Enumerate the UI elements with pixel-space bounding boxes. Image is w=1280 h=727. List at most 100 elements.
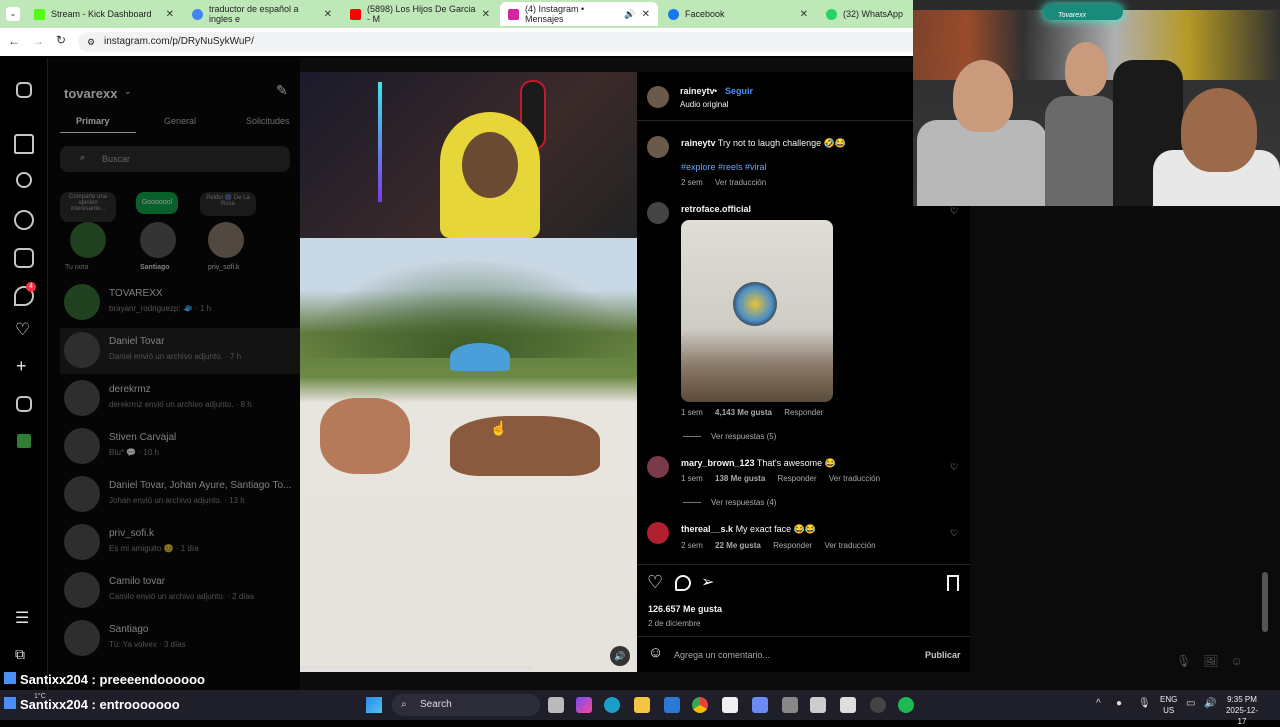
notes-icon[interactable]	[840, 697, 856, 713]
mic-icon[interactable]: 🎙	[1138, 698, 1151, 709]
clock[interactable]: 9:35 PM 2025-12-17	[1222, 694, 1262, 727]
emoji-icon[interactable]: ☺	[648, 644, 663, 661]
close-tab-icon[interactable]: ✕	[482, 9, 490, 20]
comment-username[interactable]: thereal__s.k	[681, 524, 733, 534]
note-own[interactable]: Comparte una opinión interesante... Tu n…	[60, 192, 116, 272]
tab-primary[interactable]: Primary	[76, 116, 110, 126]
comment-like-icon[interactable]: ♡	[950, 206, 960, 216]
tab-facebook[interactable]: Facebook ✕	[660, 2, 816, 26]
close-tab-icon[interactable]: ✕	[166, 9, 174, 20]
caption-avatar[interactable]	[647, 136, 669, 158]
home-icon[interactable]	[14, 134, 34, 154]
comment-likes[interactable]: 4,143 Me gusta	[715, 408, 772, 417]
outlook-icon[interactable]	[664, 697, 680, 713]
comment-username[interactable]: mary_brown_123	[681, 458, 755, 468]
video-progress[interactable]	[300, 666, 531, 669]
explore-icon[interactable]	[14, 210, 34, 230]
comment-translate[interactable]: Ver traducción	[824, 541, 875, 550]
likes-count[interactable]: 126.657 Me gusta	[648, 604, 722, 614]
comment-translate[interactable]: Ver traducción	[829, 474, 880, 483]
comment-username[interactable]: retroface.official	[681, 204, 751, 214]
vpn-icon[interactable]	[752, 697, 768, 713]
speaker-icon[interactable]: 🔊	[624, 9, 635, 20]
comment-reply[interactable]: Responder	[784, 408, 823, 417]
tab-kick-dashboard[interactable]: Stream - Kick Dashboard ✕	[26, 2, 182, 26]
comment-like-icon[interactable]: ♡	[950, 528, 960, 538]
note-priv-sofi[interactable]: Peldio 🎆 De La Rose priv_sofi.k	[200, 192, 260, 272]
reload-icon[interactable]: ↻	[56, 33, 66, 47]
author-username[interactable]: raineytv	[680, 86, 715, 96]
thread-item[interactable]: Camilo tovar Camilo envió un archivo adj…	[60, 568, 300, 614]
task-view-icon[interactable]	[548, 697, 564, 713]
save-icon[interactable]	[947, 575, 959, 591]
instagram-logo-icon[interactable]	[16, 82, 32, 98]
reel-video[interactable]: ☝ 🔊	[300, 72, 637, 672]
taskbar-search[interactable]: ⌕ Search	[392, 694, 540, 716]
site-info-icon[interactable]: ⚙	[87, 32, 95, 52]
volume-icon[interactable]: 🔊	[1204, 698, 1216, 709]
caption-translate[interactable]: Ver traducción	[715, 178, 766, 187]
search-icon[interactable]	[16, 172, 32, 188]
comment-icon[interactable]	[675, 575, 691, 591]
comment-reply[interactable]: Responder	[773, 541, 812, 550]
thread-item[interactable]: Santiago Tú: Ya volvex · 3 días	[60, 616, 300, 662]
share-icon[interactable]: ➢	[701, 572, 714, 592]
language-indicator[interactable]: ENG US	[1160, 694, 1177, 716]
tab-requests[interactable]: Solicitudes	[246, 116, 290, 126]
chrome-icon[interactable]	[692, 697, 708, 713]
comment-avatar[interactable]	[647, 456, 669, 478]
tab-translator[interactable]: traductor de español a ingles e ✕	[184, 2, 340, 26]
tab-general[interactable]: General	[164, 116, 196, 126]
thread-item[interactable]: priv_sofi.k Es mi amiguito 😊 · 1 día	[60, 520, 300, 566]
tab-whatsapp[interactable]: (32) WhatsApp	[818, 2, 913, 26]
search-field[interactable]: ⌕ Buscar	[60, 146, 290, 172]
back-icon[interactable]: ←	[8, 34, 20, 48]
forward-icon[interactable]: →	[32, 34, 44, 48]
inbox-username[interactable]: tovarexx	[64, 86, 117, 101]
thread-item[interactable]: Daniel Tovar, Johan Ayure, Santiago To..…	[60, 472, 300, 518]
comment-avatar[interactable]	[647, 522, 669, 544]
comment-likes[interactable]: 138 Me gusta	[715, 474, 765, 483]
publish-button[interactable]: Publicar	[925, 650, 961, 660]
edge-icon[interactable]	[604, 697, 620, 713]
copilot-icon[interactable]	[576, 697, 592, 713]
reels-icon[interactable]	[14, 248, 34, 268]
comment-input[interactable]: Agrega un comentario...	[674, 650, 770, 660]
store-icon[interactable]	[722, 697, 738, 713]
menu-icon[interactable]: ☰	[15, 608, 29, 628]
note-santiago[interactable]: Gooooool Santiago	[130, 192, 186, 272]
thread-item[interactable]: Daniel Tovar Daniel envió un archivo adj…	[60, 328, 300, 374]
close-tab-icon[interactable]: ✕	[324, 9, 332, 20]
comment-image[interactable]	[681, 220, 833, 402]
heart-icon[interactable]: ♡	[15, 320, 30, 340]
dashboard-icon[interactable]	[16, 396, 32, 412]
thread-item[interactable]: derekrmz derekrmz envió un archivo adjun…	[60, 376, 300, 422]
apps-icon[interactable]	[782, 697, 798, 713]
obs-icon[interactable]	[870, 697, 886, 713]
new-message-icon[interactable]: ✎	[276, 82, 288, 99]
follow-button[interactable]: Seguir	[725, 86, 753, 96]
like-icon[interactable]: ♡	[647, 572, 663, 593]
comment-reply[interactable]: Responder	[778, 474, 817, 483]
tab-youtube[interactable]: (5898) Los Hijos De Garcia - M ✕	[342, 2, 498, 26]
comment-like-icon[interactable]: ♡	[950, 462, 960, 472]
profile-avatar[interactable]	[17, 434, 31, 448]
chevron-down-icon[interactable]: ⌄	[124, 86, 132, 97]
thread-item[interactable]: Stiven Carvajal Btu* 💬 · 10 h	[60, 424, 300, 470]
tools-icon[interactable]	[810, 697, 826, 713]
create-plus-icon[interactable]: +	[16, 356, 27, 377]
tab-instagram[interactable]: (4) Instagram • Mensajes 🔊 ✕	[500, 2, 658, 26]
comment-likes[interactable]: 22 Me gusta	[715, 541, 761, 550]
comment-avatar[interactable]	[647, 202, 669, 224]
caption-username[interactable]: raineytv	[681, 138, 716, 148]
close-tab-icon[interactable]: ✕	[642, 9, 650, 20]
mute-icon[interactable]: 🔊	[610, 646, 630, 666]
caption-hashtags[interactable]: #explore #reels #viral	[681, 162, 767, 172]
tab-list-dropdown-icon[interactable]: ⌄	[6, 7, 20, 21]
thread-item[interactable]: TOVAREXX brayanr_rodriguezp: 🧢 · 1 h	[60, 280, 300, 326]
meta-more-icon[interactable]: ⧉	[15, 646, 25, 663]
view-replies[interactable]: Ver respuestas (4)	[683, 498, 776, 507]
tray-app-icon[interactable]: ●	[1116, 698, 1122, 709]
backdrop[interactable]	[970, 206, 1280, 690]
view-replies[interactable]: Ver respuestas (5)	[683, 432, 776, 441]
